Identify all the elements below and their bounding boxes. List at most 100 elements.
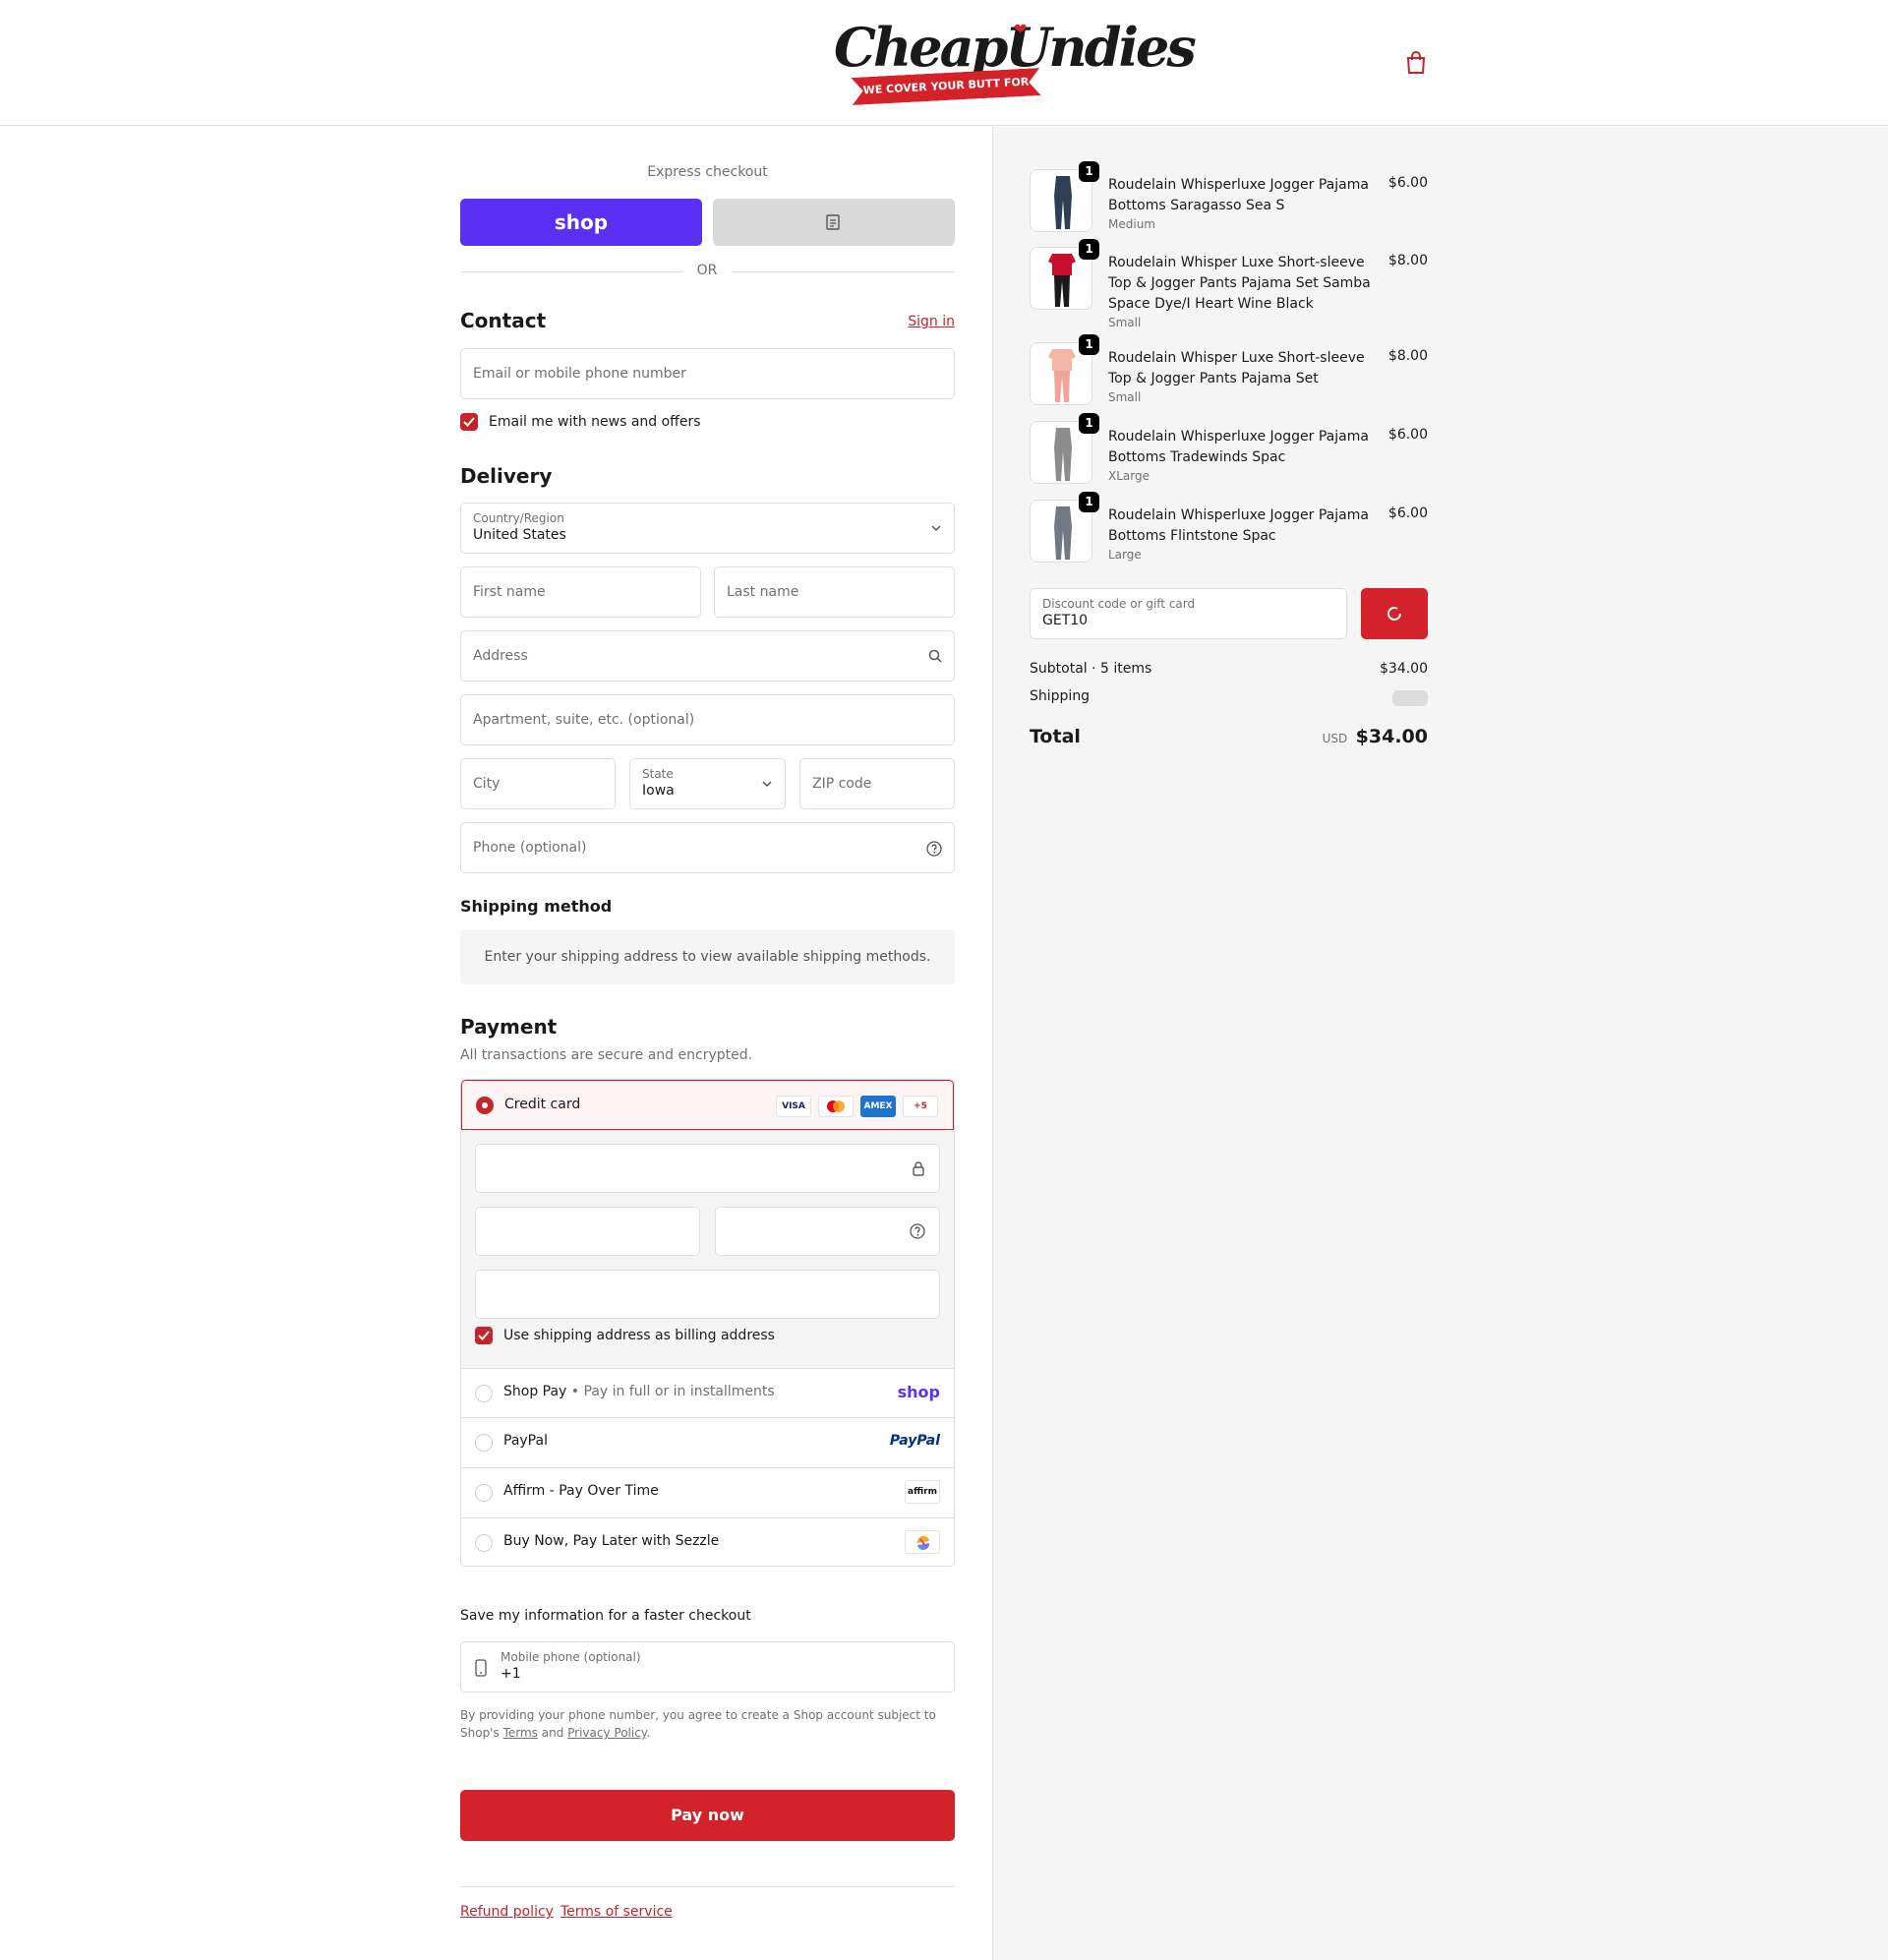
news-checkbox[interactable]	[460, 413, 478, 431]
visa-icon: VISA	[776, 1096, 811, 1117]
state-label: State	[642, 767, 674, 781]
total-amount: USD $34.00	[1323, 726, 1428, 747]
mobile-phone-icon	[475, 1659, 487, 1677]
affirm-option[interactable]: Affirm - Pay Over Time affirm	[461, 1467, 954, 1516]
order-item: 1 Roudelain Whisper Luxe Short-sleeve To…	[1030, 334, 1428, 407]
google-pay-button[interactable]	[713, 199, 955, 246]
mastercard-icon	[818, 1096, 854, 1117]
product-name: Roudelain Whisper Luxe Short-sleeve Top …	[1108, 348, 1379, 405]
shop-pay-logo: shop	[897, 1383, 940, 1401]
total-row: Total USD $34.00	[1030, 726, 1428, 747]
chevron-down-icon	[762, 781, 772, 788]
product-price: $6.00	[1387, 175, 1428, 191]
card-expiry-field[interactable]	[475, 1207, 700, 1256]
mobile-phone-field[interactable]: Mobile phone (optional) +1	[460, 1641, 955, 1693]
address-input[interactable]	[461, 631, 954, 681]
billing-same-label: Use shipping address as billing address	[503, 1328, 775, 1343]
mobile-phone-label: Mobile phone (optional)	[501, 1650, 641, 1664]
payment-methods: Credit card VISA AMEX +5 Use shipping ad…	[460, 1079, 955, 1567]
help-icon[interactable]	[910, 1223, 925, 1239]
shipping-loading-placeholder	[1392, 690, 1428, 706]
credit-card-radio[interactable]	[476, 1097, 494, 1114]
payment-heading: Payment	[460, 1015, 558, 1039]
phone-input[interactable]	[461, 823, 954, 872]
sezzle-option[interactable]: Buy Now, Pay Later with Sezzle	[461, 1517, 954, 1566]
terms-of-service-link[interactable]: Terms of service	[560, 1904, 673, 1920]
shopping-bag-icon[interactable]	[1405, 51, 1427, 75]
product-price: $8.00	[1387, 253, 1428, 268]
credit-card-label: Credit card	[504, 1097, 581, 1112]
product-price: $8.00	[1387, 348, 1428, 364]
order-item: 1 Roudelain Whisperluxe Jogger Pajama Bo…	[1030, 161, 1428, 234]
shop-pay-radio[interactable]	[475, 1385, 493, 1402]
chevron-down-icon	[931, 525, 941, 532]
state-select[interactable]: State Iowa	[629, 758, 786, 809]
sezzle-logo-icon	[905, 1530, 940, 1554]
card-name-field[interactable]	[475, 1270, 940, 1319]
payment-subtitle: All transactions are secure and encrypte…	[460, 1047, 753, 1063]
apply-discount-button[interactable]	[1361, 588, 1428, 639]
paypal-logo: PayPal	[889, 1433, 940, 1449]
total-label: Total	[1030, 726, 1081, 747]
express-checkout-label: Express checkout	[647, 164, 768, 180]
shipping-row: Shipping	[1030, 688, 1428, 706]
affirm-radio[interactable]	[475, 1484, 493, 1502]
pay-now-button[interactable]: Pay now	[460, 1790, 955, 1841]
quantity-badge: 1	[1079, 334, 1099, 355]
quantity-badge: 1	[1079, 492, 1099, 512]
last-name-field[interactable]	[714, 566, 955, 618]
city-input[interactable]	[461, 759, 615, 808]
product-name: Roudelain Whisperluxe Jogger Pajama Bott…	[1108, 427, 1379, 484]
refund-policy-link[interactable]: Refund policy	[460, 1904, 554, 1920]
country-select[interactable]: Country/Region United States	[460, 503, 955, 554]
sezzle-radio[interactable]	[475, 1534, 493, 1552]
quantity-badge: 1	[1079, 239, 1099, 260]
last-name-input[interactable]	[715, 567, 954, 617]
card-number-field[interactable]	[475, 1144, 940, 1193]
apartment-field[interactable]	[460, 694, 955, 745]
affirm-logo: affirm	[905, 1480, 940, 1504]
country-value: United States	[473, 527, 566, 543]
store-logo[interactable]: CheapUndies ❤ WE COVER YOUR BUTT FOR LES…	[834, 16, 1197, 106]
delivery-heading: Delivery	[460, 464, 553, 488]
billing-same-checkbox[interactable]	[475, 1327, 493, 1344]
checkmark-icon	[478, 1331, 490, 1340]
privacy-policy-link[interactable]: Privacy Policy	[567, 1726, 646, 1740]
credit-card-option[interactable]: Credit card VISA AMEX +5	[461, 1080, 954, 1130]
email-input[interactable]	[461, 349, 954, 398]
shop-pay-option[interactable]: Shop Pay • Pay in full or in installment…	[461, 1368, 954, 1417]
apartment-input[interactable]	[461, 695, 954, 744]
news-label: Email me with news and offers	[489, 414, 701, 430]
shop-pay-label: Shop Pay • Pay in full or in installment…	[503, 1384, 775, 1399]
mobile-phone-value: +1	[501, 1666, 521, 1682]
discount-code-value: GET10	[1042, 613, 1089, 628]
shop-pay-sublabel: Pay in full or in installments	[583, 1384, 775, 1399]
sign-in-link[interactable]: Sign in	[908, 314, 955, 329]
email-field[interactable]	[460, 348, 955, 399]
paypal-option[interactable]: PayPal PayPal	[461, 1417, 954, 1466]
discount-code-field[interactable]: Discount code or gift card GET10	[1030, 588, 1347, 639]
zip-input[interactable]	[800, 759, 954, 808]
zip-field[interactable]	[799, 758, 955, 809]
product-name: Roudelain Whisperluxe Jogger Pajama Bott…	[1108, 505, 1379, 563]
footer-divider	[460, 1886, 955, 1887]
first-name-input[interactable]	[461, 567, 700, 617]
phone-field[interactable]	[460, 822, 955, 873]
sezzle-label: Buy Now, Pay Later with Sezzle	[503, 1533, 720, 1549]
wallet-icon	[826, 214, 840, 230]
card-security-code-field[interactable]	[715, 1207, 940, 1256]
paypal-radio[interactable]	[475, 1434, 493, 1452]
state-value: Iowa	[642, 783, 675, 799]
product-variant: Medium	[1108, 217, 1155, 231]
search-icon	[928, 649, 942, 663]
shop-pay-button[interactable]: shop	[460, 199, 702, 246]
quantity-badge: 1	[1079, 413, 1099, 434]
city-field[interactable]	[460, 758, 616, 809]
help-icon[interactable]	[926, 841, 942, 857]
first-name-field[interactable]	[460, 566, 701, 618]
shipping-label: Shipping	[1030, 688, 1091, 704]
terms-link[interactable]: Terms	[503, 1726, 538, 1740]
product-price: $6.00	[1387, 505, 1428, 521]
subtotal-label: Subtotal · 5 items	[1030, 661, 1152, 677]
address-field[interactable]	[460, 630, 955, 682]
